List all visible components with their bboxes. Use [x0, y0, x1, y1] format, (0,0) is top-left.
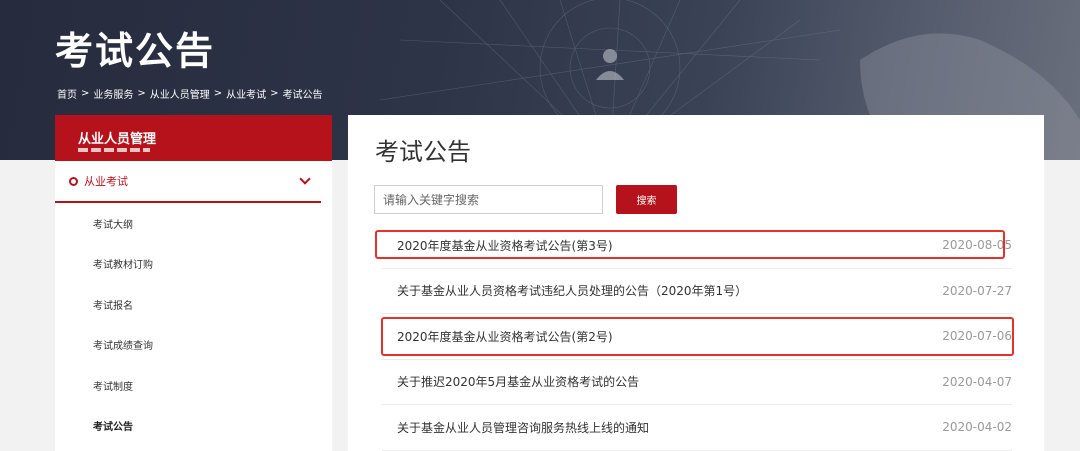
sidebar-item-exam-rules[interactable]: 考试制度 — [55, 365, 332, 406]
notice-title[interactable]: 2020年度基金从业资格考试公告(第2号) — [382, 328, 613, 345]
search-input[interactable] — [374, 185, 603, 214]
sidebar-header-title: 从业人员管理 — [78, 132, 157, 147]
notice-title[interactable]: 关于基金从业人员资格考试违纪人员处理的公告（2020年第1号） — [382, 282, 747, 299]
notice-title[interactable]: 2020年度基金从业资格考试公告(第3号) — [382, 237, 613, 254]
notice-row[interactable]: 关于基金从业人员资格考试违纪人员处理的公告（2020年第1号） 2020-07-… — [382, 269, 1012, 314]
breadcrumb-separator: > — [213, 88, 223, 99]
sidebar-group-label: 从业考试 — [84, 175, 128, 188]
sidebar-header: 从业人员管理 — [55, 115, 332, 161]
breadcrumb-home[interactable]: 首页 — [57, 86, 77, 101]
page-title: 考试公告 — [375, 138, 471, 166]
sidebar-item-exam-outline[interactable]: 考试大纲 — [55, 203, 332, 244]
notice-row[interactable]: 2020年度基金从业资格考试公告(第2号) 2020-07-06 — [382, 314, 1012, 360]
notice-date: 2020-07-27 — [942, 283, 1012, 298]
notice-row[interactable]: 关于基金从业人员管理咨询服务热线上线的通知 2020-04-02 — [382, 405, 1012, 451]
breadcrumb-separator: > — [137, 88, 146, 99]
sidebar-item-exam-notices[interactable]: 考试公告 — [55, 406, 332, 447]
notice-date: 2020-08-05 — [942, 238, 1012, 253]
notice-date: 2020-04-07 — [942, 374, 1012, 389]
breadcrumb-separator: > — [81, 88, 90, 99]
sidebar: 从业人员管理 从业考试 考试大纲 考试教材订购 考试报名 考试成绩查询 考试制度… — [55, 115, 332, 451]
search-button[interactable]: 搜索 — [616, 185, 677, 214]
sidebar-group-practitioner-exam[interactable]: 从业考试 — [55, 161, 321, 203]
notice-date: 2020-04-02 — [942, 420, 1012, 435]
breadcrumb-exam-notices[interactable]: 考试公告 — [283, 86, 323, 101]
notice-title[interactable]: 关于基金从业人员管理咨询服务热线上线的通知 — [382, 419, 649, 436]
sidebar-item-textbook-order[interactable]: 考试教材订购 — [55, 244, 332, 285]
sidebar-item-score-query[interactable]: 考试成绩查询 — [55, 325, 332, 366]
notice-date: 2020-07-06 — [942, 329, 1012, 344]
bullet-icon — [69, 176, 78, 186]
sidebar-item-exam-registration[interactable]: 考试报名 — [55, 284, 332, 325]
sidebar-submenu: 考试大纲 考试教材订购 考试报名 考试成绩查询 考试制度 考试公告 — [55, 203, 332, 446]
breadcrumb: 首页 > 业务服务 > 从业人员管理 > 从业考试 > 考试公告 — [57, 86, 323, 101]
main-panel: 考试公告 搜索 2020年度基金从业资格考试公告(第3号) 2020-08-05… — [348, 115, 1044, 451]
notice-row[interactable]: 关于推迟2020年5月基金从业资格考试的公告 2020-04-07 — [382, 360, 1012, 405]
chevron-down-icon[interactable] — [299, 173, 311, 185]
sidebar-header-decoration — [78, 148, 150, 152]
breadcrumb-practitioner-management[interactable]: 从业人员管理 — [150, 86, 210, 101]
breadcrumb-practitioner-exam[interactable]: 从业考试 — [226, 86, 266, 101]
banner-title: 考试公告 — [55, 29, 216, 73]
notice-row[interactable]: 2020年度基金从业资格考试公告(第3号) 2020-08-05 — [382, 223, 1012, 269]
breadcrumb-separator: > — [270, 88, 279, 99]
breadcrumb-business-services[interactable]: 业务服务 — [93, 86, 133, 101]
notice-title[interactable]: 关于推迟2020年5月基金从业资格考试的公告 — [382, 373, 639, 390]
notice-list: 2020年度基金从业资格考试公告(第3号) 2020-08-05 关于基金从业人… — [382, 223, 1012, 451]
